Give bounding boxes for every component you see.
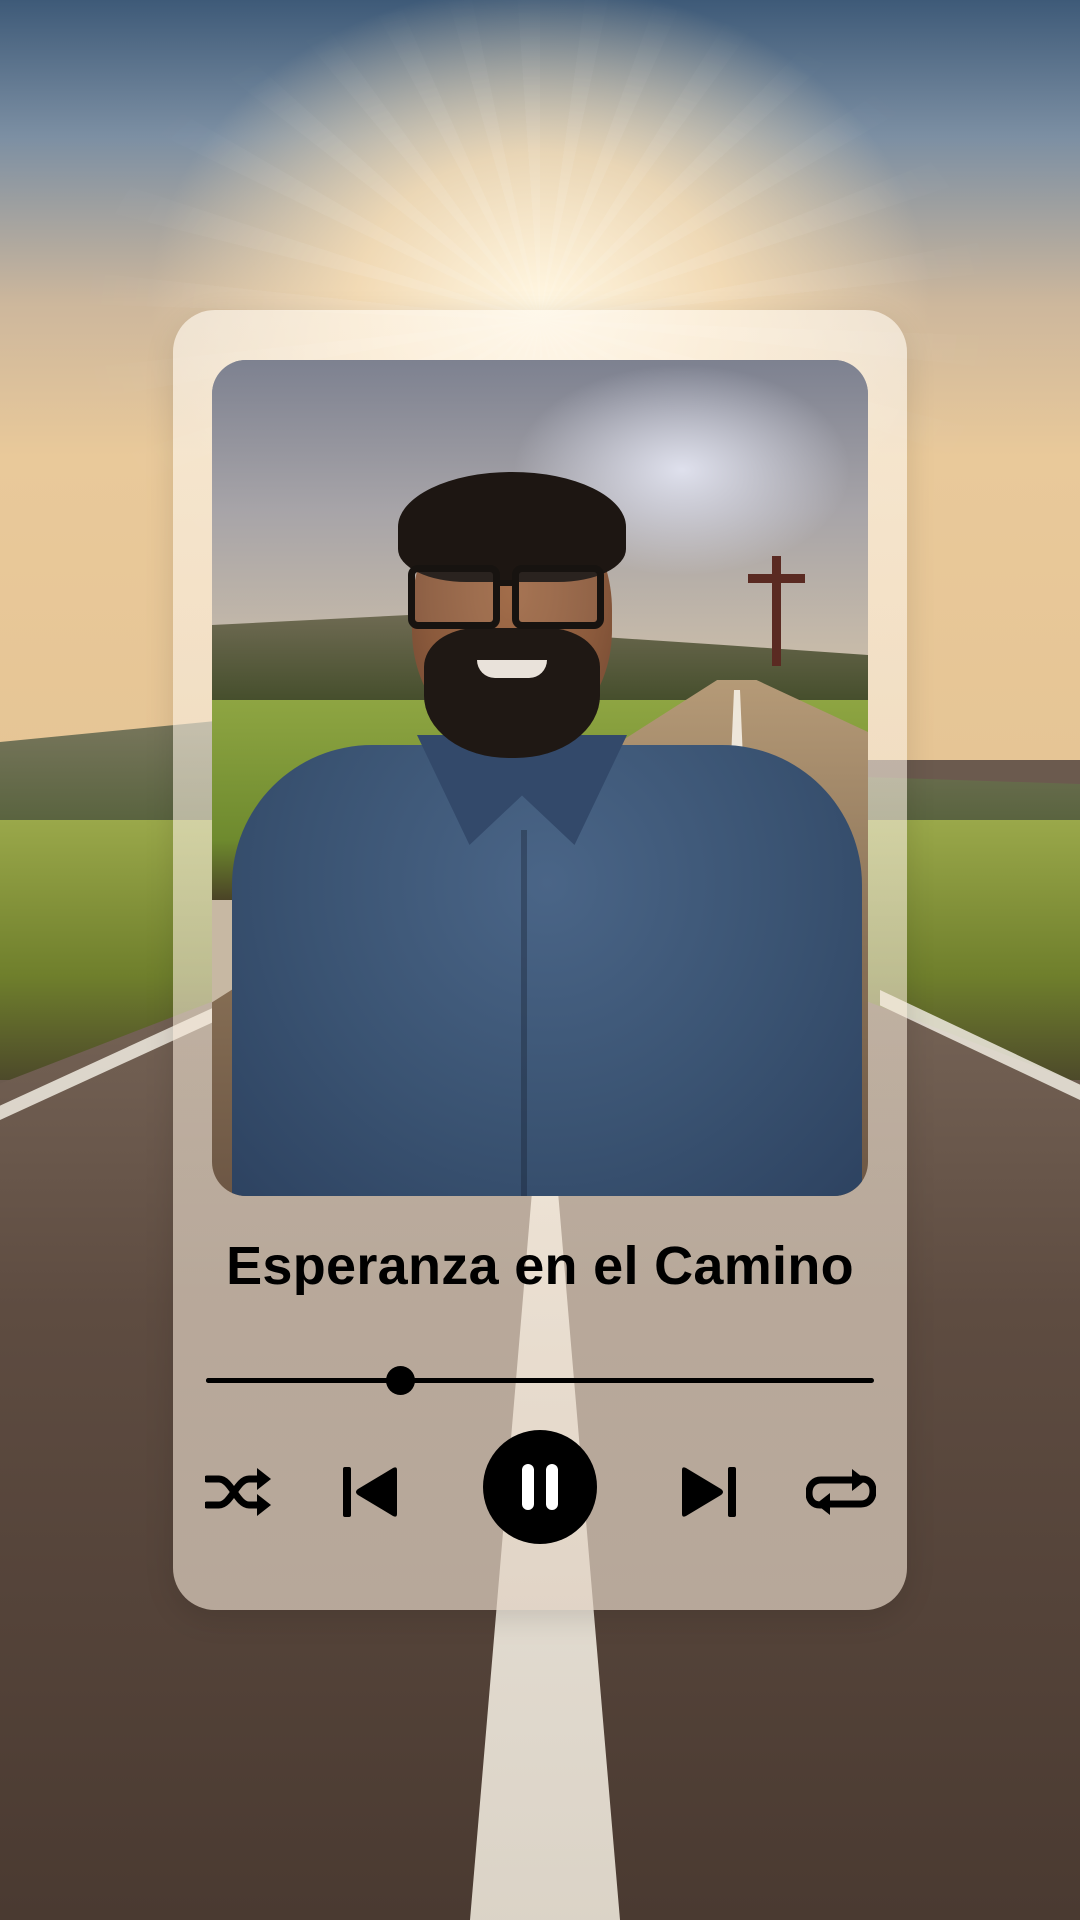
cross-icon: [772, 556, 781, 666]
previous-button[interactable]: [339, 1462, 403, 1522]
cross-icon-bar: [748, 574, 805, 583]
next-button[interactable]: [676, 1462, 740, 1522]
person-beard: [424, 628, 600, 758]
pause-icon: [522, 1464, 558, 1510]
music-player-card: Esperanza en el Camino: [173, 310, 907, 1610]
progress-thumb[interactable]: [385, 1366, 415, 1395]
track-title: Esperanza en el Camino: [226, 1236, 854, 1296]
skip-next-icon: [682, 1467, 736, 1517]
album-artwork: [212, 360, 868, 1196]
pause-button[interactable]: [483, 1430, 597, 1544]
playback-controls: [173, 1420, 907, 1560]
shuffle-icon: [205, 1468, 271, 1516]
glasses-left-lens: [408, 565, 500, 629]
glasses-bridge: [499, 580, 519, 586]
skip-previous-icon: [343, 1467, 397, 1517]
person-smile: [477, 660, 547, 678]
progress-fill: [206, 1378, 400, 1383]
repeat-button[interactable]: [805, 1462, 877, 1522]
progress-slider[interactable]: [206, 1360, 874, 1400]
glasses-right-lens: [512, 565, 604, 629]
repeat-icon: [806, 1469, 876, 1515]
person-shirt-placket: [521, 830, 527, 1196]
shuffle-button[interactable]: [203, 1462, 273, 1522]
